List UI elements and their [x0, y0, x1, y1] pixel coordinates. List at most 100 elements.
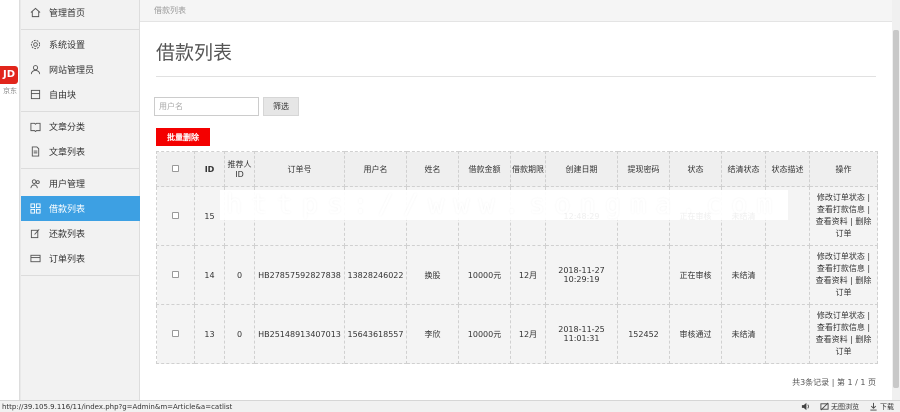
sidebar-item[interactable]: 借款列表 [21, 196, 154, 221]
cell-desc [765, 245, 810, 305]
cell-order: HB27857592827838 [254, 245, 345, 305]
cell-name: 李欣 [406, 304, 459, 364]
download-label: 下载 [880, 402, 894, 411]
cell-order: HB25148913407013 [254, 304, 345, 364]
status-url: http://39.105.9.116/11/index.php?g=Admin… [2, 402, 233, 411]
breadcrumb: 借款列表 [140, 0, 892, 22]
download-button[interactable]: 下载 [869, 402, 894, 412]
watermark: https://www.songma.com [220, 190, 788, 220]
row-select-cell[interactable] [156, 304, 195, 364]
book-icon [29, 121, 41, 133]
gear-icon [29, 39, 41, 51]
user-icon [29, 64, 41, 76]
doc-icon [29, 146, 41, 158]
select-all-cell[interactable] [156, 151, 195, 187]
jd-logo[interactable]: JD [0, 66, 18, 84]
row-action-link[interactable]: 查看资料 [816, 217, 848, 226]
row-action-link[interactable]: 查看资料 [816, 276, 848, 285]
sidebar-item-label: 借款列表 [49, 205, 86, 215]
cell-settle: 未结清 [721, 245, 766, 305]
block-icon [29, 89, 41, 101]
sidebar-item[interactable]: 文章列表 [21, 139, 139, 164]
sidebar-item-label: 系统设置 [49, 41, 86, 51]
download-icon [870, 402, 877, 411]
filter-button[interactable]: 筛选 [263, 97, 299, 116]
sidebar-item[interactable]: 文章分类 [21, 114, 139, 139]
vertical-scrollbar[interactable] [892, 0, 900, 400]
column-header: 创建日期 [545, 151, 618, 187]
cell-created: 2018-11-27 10:29:19 [545, 245, 618, 305]
username-search-input[interactable] [154, 97, 259, 116]
sidebar-group: 管理首页 [21, 0, 139, 30]
sidebar-item[interactable]: 系统设置 [21, 32, 139, 57]
row-checkbox[interactable] [172, 270, 179, 278]
jd-label: 京东 [3, 87, 17, 95]
sidebar-item-label: 文章列表 [49, 148, 86, 158]
row-action-link[interactable]: 查看打款信息 [817, 264, 865, 273]
row-action-link[interactable]: 查看打款信息 [817, 205, 865, 214]
browser-window: JD 京东 管理首页 系统设置 网站管理员 自由块 文章分类 文章列表 用户管理 借款列表 还款… [0, 0, 900, 412]
cell-status: 正在审核 [669, 245, 722, 305]
cell-id: 13 [194, 304, 225, 364]
row-action-link[interactable]: 修改订单状态 [817, 193, 865, 202]
column-header: 结清状态 [721, 151, 766, 187]
column-header: 操作 [809, 151, 878, 187]
row-action-link[interactable]: 修改订单状态 [817, 311, 865, 320]
row-checkbox[interactable] [172, 211, 179, 219]
row-actions: 修改订单状态 | 查看打款信息 | 查看资料 | 删除订单 [809, 245, 878, 305]
table-row: 13 0 HB25148913407013 15643618557 李欣 10000元 12… [156, 304, 878, 364]
loan-table: ID 推荐人ID 订单号 用户名 姓名 借款金额 借款期限 创建日期 提现密码 状态 结清状态 状态描… [156, 151, 878, 364]
jd-side-strip: JD 京东 [0, 0, 20, 412]
column-header: 借款金额 [458, 151, 511, 187]
users-icon [29, 178, 41, 190]
sidebar-item-label: 还款列表 [49, 230, 86, 240]
sidebar-item[interactable]: 自由块 [21, 82, 139, 107]
image-icon [820, 402, 829, 411]
sidebar-item-label: 用户管理 [49, 180, 86, 190]
pagination-info: 共3条记录 | 第 1 / 1 页 [792, 378, 876, 387]
sidebar-group: 用户管理借款列表还款列表订单列表 [21, 169, 154, 276]
column-header: 状态 [669, 151, 722, 187]
sidebar-item[interactable]: 用户管理 [21, 171, 139, 196]
cell-amount: 10000元 [458, 304, 511, 364]
sidebar-item[interactable]: 网站管理员 [21, 57, 139, 82]
column-header: 提现密码 [617, 151, 670, 187]
row-checkbox[interactable] [172, 329, 179, 337]
cell-pwd [617, 245, 670, 305]
grid-icon [29, 203, 41, 215]
home-icon [29, 7, 41, 19]
cell-name: 换股 [406, 245, 459, 305]
cell-id: 14 [194, 245, 225, 305]
row-action-link[interactable]: 查看打款信息 [817, 323, 865, 332]
sidebar-item-label: 文章分类 [49, 123, 86, 133]
select-all-checkbox[interactable] [172, 164, 179, 172]
row-select-cell[interactable] [156, 186, 195, 246]
column-header: 状态描述 [765, 151, 810, 187]
speaker-icon[interactable] [801, 402, 810, 411]
cell-referrer: 0 [224, 304, 255, 364]
row-select-cell[interactable] [156, 245, 195, 305]
sidebar-item-label: 管理首页 [49, 9, 86, 19]
title-divider [156, 76, 876, 77]
column-header: 用户名 [344, 151, 407, 187]
sidebar-group: 文章分类 文章列表 [21, 112, 139, 169]
cell-created: 2018-11-25 11:01:31 [545, 304, 618, 364]
cell-status: 审核通过 [669, 304, 722, 364]
column-header: 借款期限 [510, 151, 546, 187]
cell-username: 15643618557 [344, 304, 407, 364]
table-row: 14 0 HB27857592827838 13828246022 换股 10000元 12… [156, 245, 878, 305]
sidebar: 管理首页系统设置网站管理员自由块文章分类文章列表用户管理借款列表还款列表订单列表 [21, 0, 154, 400]
bulk-delete-button[interactable]: 批量删除 [156, 128, 210, 146]
sidebar-item-label: 自由块 [49, 91, 77, 101]
cell-term: 12月 [510, 245, 546, 305]
scroll-thumb[interactable] [893, 30, 899, 388]
sidebar-item[interactable]: 订单列表 [21, 246, 139, 271]
cell-amount: 10000元 [458, 245, 511, 305]
row-action-link[interactable]: 查看资料 [816, 335, 848, 344]
sidebar-item[interactable]: 还款列表 [21, 221, 139, 246]
no-image-toggle[interactable]: 无图浏览 [820, 402, 859, 412]
cell-desc [765, 304, 810, 364]
table-header-row: ID 推荐人ID 订单号 用户名 姓名 借款金额 借款期限 创建日期 提现密码 状态 结清状态 状态描… [156, 151, 878, 187]
row-action-link[interactable]: 修改订单状态 [817, 252, 865, 261]
sidebar-item[interactable]: 管理首页 [21, 0, 139, 25]
